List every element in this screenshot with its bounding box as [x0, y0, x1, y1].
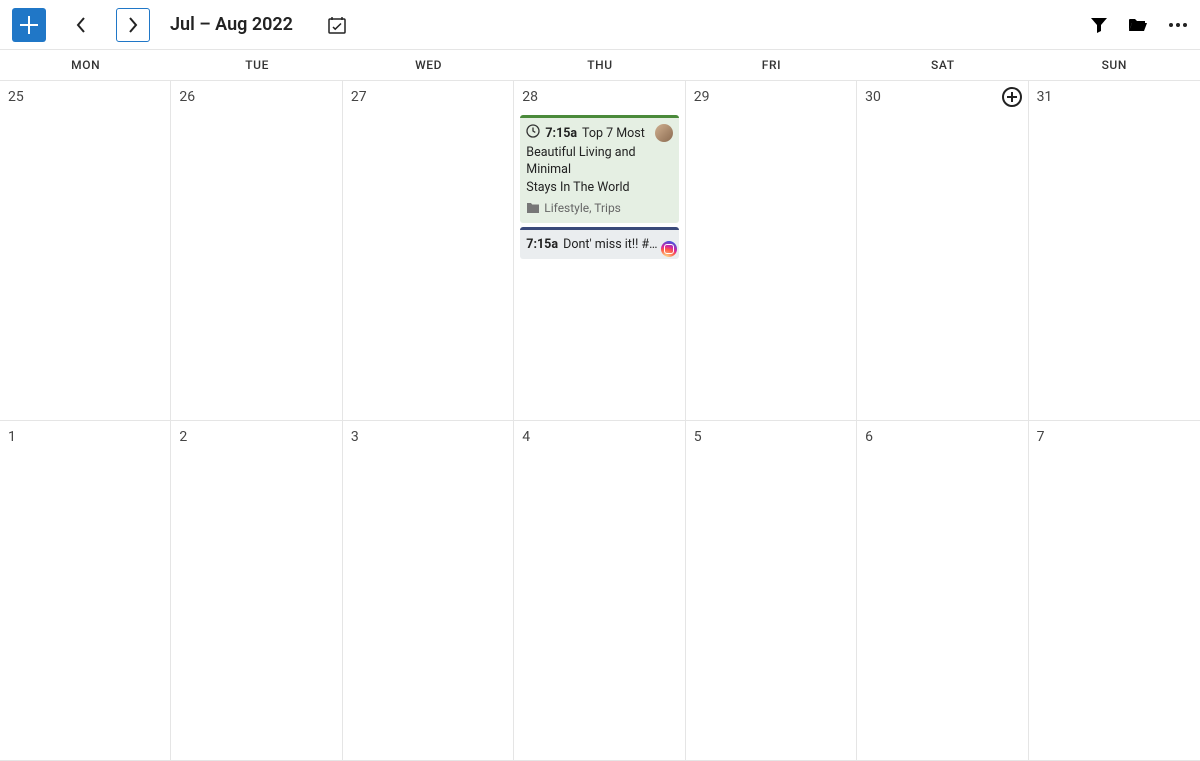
- more-button[interactable]: [1168, 22, 1188, 28]
- folder-button[interactable]: [1128, 17, 1148, 33]
- day-number: 6: [863, 427, 1021, 451]
- day-cell[interactable]: 28 7:15a Top 7 Most Beautiful Living and…: [514, 81, 685, 420]
- day-number: 4: [520, 427, 678, 451]
- day-number: 7: [1035, 427, 1194, 451]
- day-cell[interactable]: 26: [171, 81, 342, 420]
- period-title: Jul – Aug 2022: [170, 14, 293, 35]
- day-number: 2: [177, 427, 335, 451]
- more-horizontal-icon: [1168, 22, 1188, 28]
- event-card[interactable]: 7:15a Top 7 Most Beautiful Living and Mi…: [520, 115, 678, 223]
- day-cell[interactable]: 2: [171, 421, 342, 760]
- day-number: 27: [349, 87, 507, 111]
- event-card[interactable]: 7:15a Dont' miss it!! #…: [520, 227, 678, 260]
- instagram-icon: [661, 241, 677, 257]
- day-number: 3: [349, 427, 507, 451]
- day-number: 30: [863, 87, 1021, 111]
- date-picker-button[interactable]: [327, 15, 347, 35]
- next-button[interactable]: [116, 8, 150, 42]
- filter-icon: [1090, 16, 1108, 34]
- clock-icon: [526, 124, 540, 144]
- day-cell[interactable]: 1: [0, 421, 171, 760]
- day-number: 26: [177, 87, 335, 111]
- day-header-row: MON TUE WED THU FRI SAT SUN: [0, 50, 1200, 81]
- event-title: Dont' miss it!! #…: [563, 237, 657, 252]
- day-cell[interactable]: 5: [686, 421, 857, 760]
- toolbar-left: Jul – Aug 2022: [12, 8, 347, 42]
- day-header: SAT: [857, 50, 1028, 80]
- day-cell[interactable]: 29: [686, 81, 857, 420]
- event-title: Top 7 Most: [582, 126, 645, 141]
- day-cell[interactable]: 30: [857, 81, 1028, 420]
- toolbar-right: [1090, 16, 1188, 34]
- folder-open-icon: [1128, 17, 1148, 33]
- day-header: TUE: [171, 50, 342, 80]
- day-number: 29: [692, 87, 850, 111]
- day-header: MON: [0, 50, 171, 80]
- event-title: Beautiful Living and Minimal: [526, 144, 672, 179]
- day-cell[interactable]: 6: [857, 421, 1028, 760]
- plus-icon: [20, 16, 38, 34]
- day-number: 25: [6, 87, 164, 111]
- event-title: Stays In The World: [526, 179, 672, 197]
- event-categories: Lifestyle, Trips: [526, 200, 672, 217]
- event-categories-text: Lifestyle, Trips: [544, 200, 621, 217]
- add-event-button[interactable]: [1002, 87, 1022, 107]
- day-cell[interactable]: 27: [343, 81, 514, 420]
- toolbar: Jul – Aug 2022: [0, 0, 1200, 50]
- event-time: 7:15a: [526, 237, 558, 252]
- day-number: 31: [1035, 87, 1194, 111]
- day-number: 5: [692, 427, 850, 451]
- folder-icon: [526, 202, 540, 214]
- day-cell[interactable]: 7: [1029, 421, 1200, 760]
- event-time: 7:15a: [545, 126, 577, 141]
- day-cell[interactable]: 25: [0, 81, 171, 420]
- calendar-grid: 25 26 27 28 7:15a Top 7 Most Beautiful L…: [0, 81, 1200, 761]
- day-header: THU: [514, 50, 685, 80]
- day-header: FRI: [686, 50, 857, 80]
- day-header: WED: [343, 50, 514, 80]
- prev-button[interactable]: [64, 8, 98, 42]
- chevron-right-icon: [128, 17, 138, 33]
- chevron-left-icon: [76, 17, 86, 33]
- day-number: 1: [6, 427, 164, 451]
- day-cell[interactable]: 31: [1029, 81, 1200, 420]
- add-button[interactable]: [12, 8, 46, 42]
- filter-button[interactable]: [1090, 16, 1108, 34]
- day-cell[interactable]: 4: [514, 421, 685, 760]
- day-number: 28: [520, 87, 678, 111]
- calendar-check-icon: [327, 15, 347, 35]
- week-row: 25 26 27 28 7:15a Top 7 Most Beautiful L…: [0, 81, 1200, 421]
- day-header: SUN: [1029, 50, 1200, 80]
- avatar: [655, 124, 673, 142]
- week-row: 1 2 3 4 5 6 7: [0, 421, 1200, 761]
- day-cell[interactable]: 3: [343, 421, 514, 760]
